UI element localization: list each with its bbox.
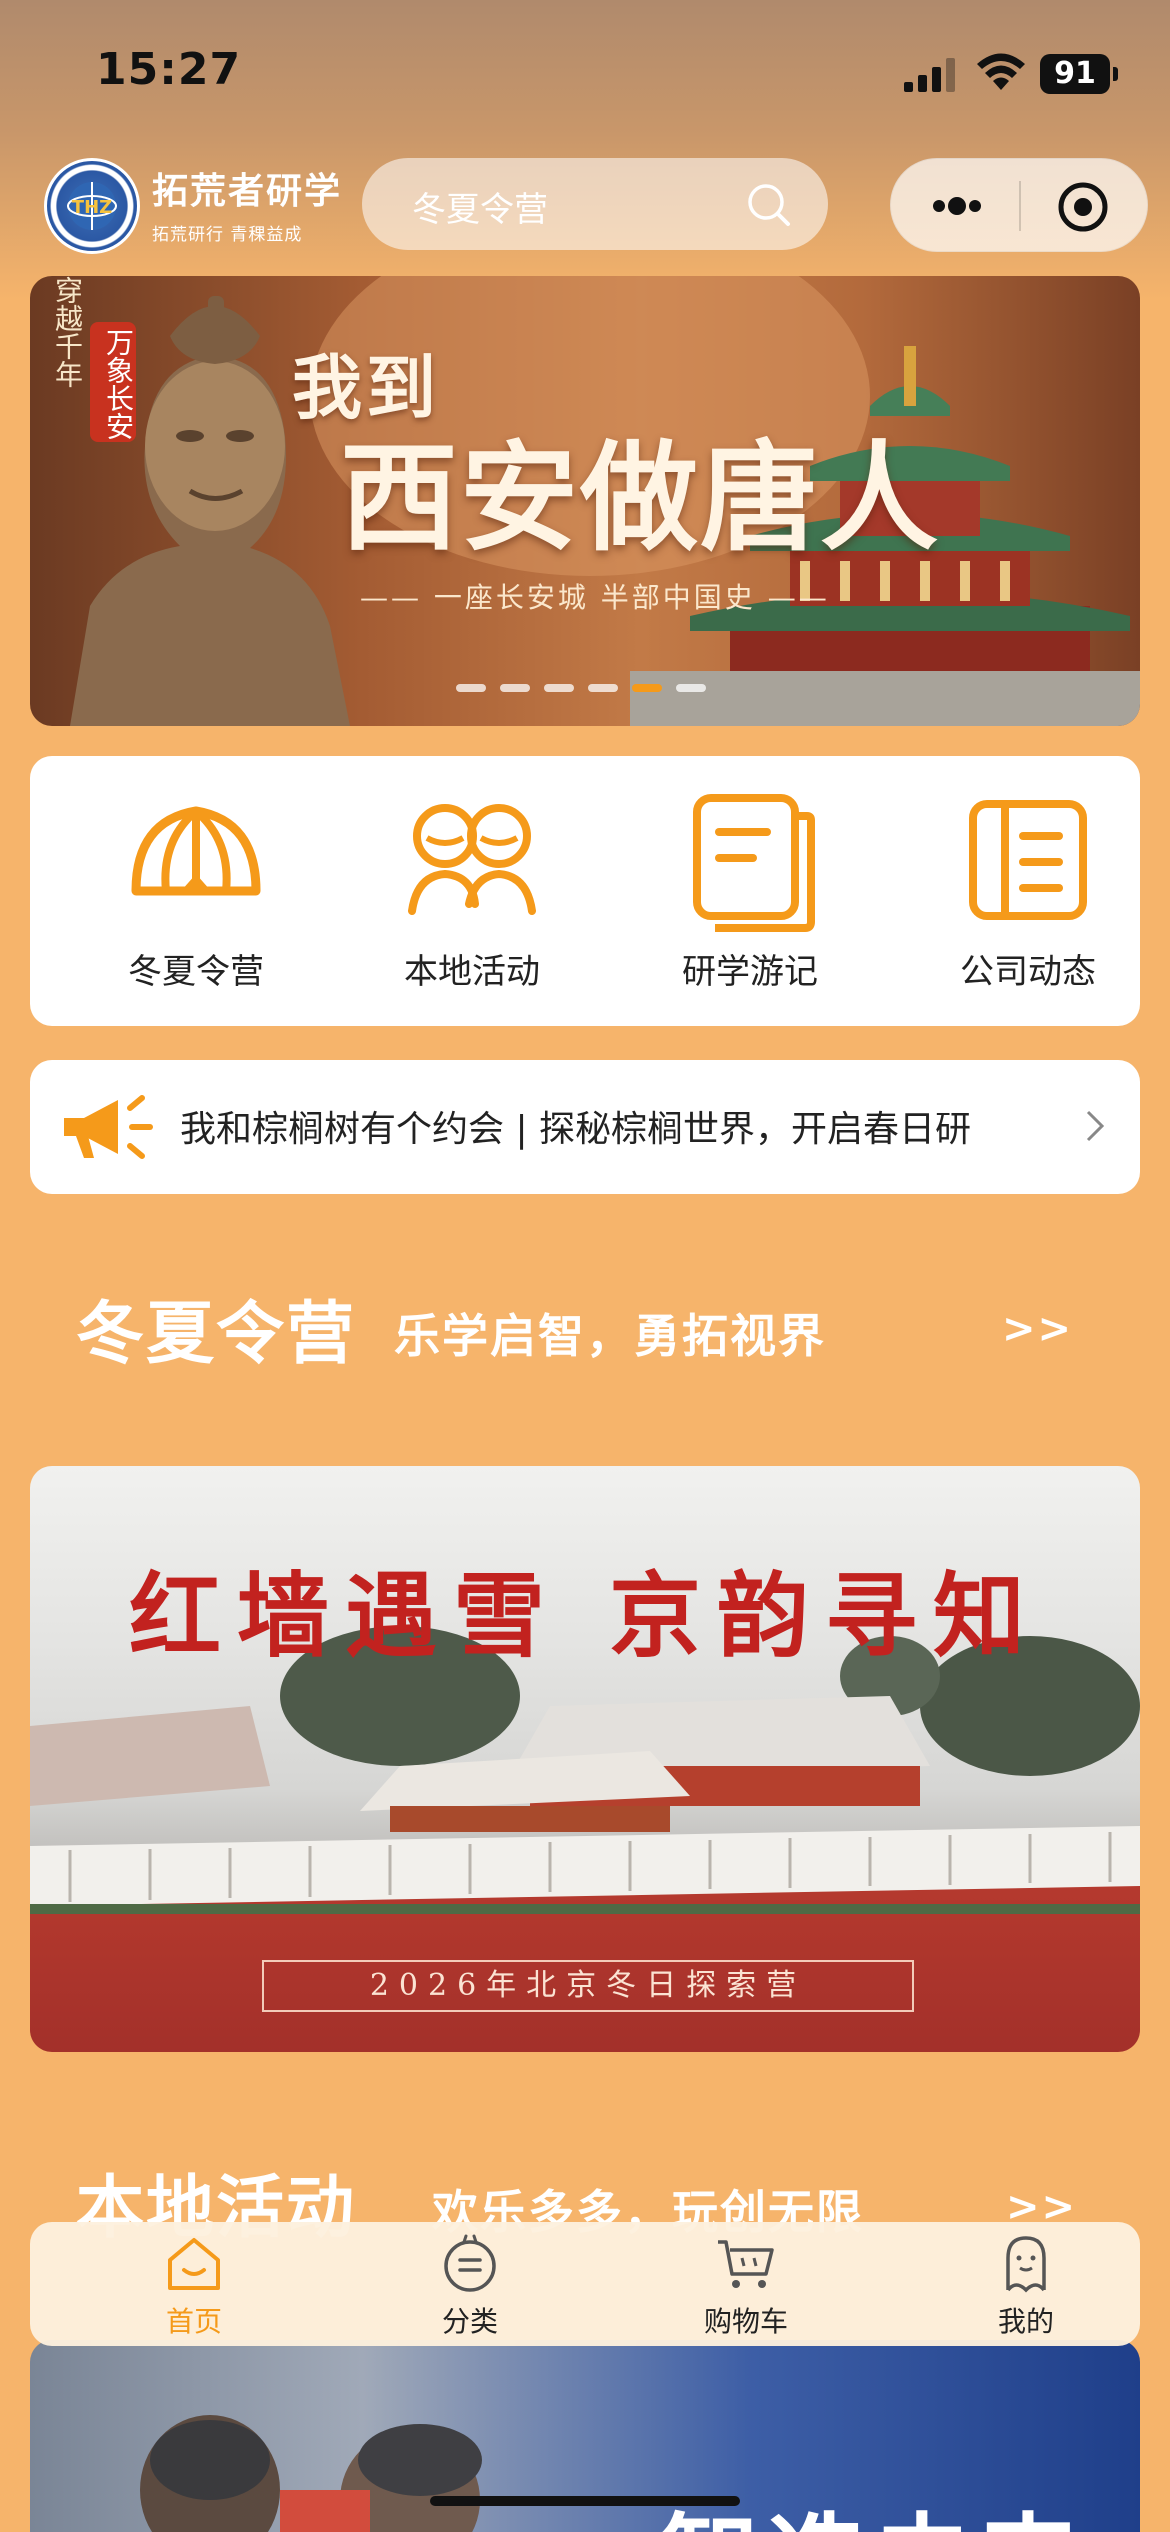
- announcement-text: 我和棕榈树有个约会 | 探秘棕榈世界，开启春日研: [180, 1109, 972, 1150]
- tab-label-home: 首页: [165, 2305, 222, 2338]
- people-icon: [408, 804, 536, 915]
- cart-icon: [718, 2240, 774, 2288]
- hero-vertical-text: 穿越千年: [51, 276, 84, 388]
- tab-label-cart: 购物车: [703, 2305, 788, 2338]
- brand-logo[interactable]: THZ: [44, 158, 140, 254]
- tab-profile[interactable]: 我的: [916, 2232, 1136, 2342]
- close-miniprogram-icon[interactable]: [1057, 181, 1109, 233]
- nav-label-camp: 冬夏令营: [128, 952, 264, 992]
- status-bar: 15:27 91: [0, 0, 1170, 150]
- megaphone-icon: [64, 1095, 153, 1159]
- camp-banner[interactable]: 红墙遇雪 京韵寻知 2026年北京冬日探索营: [30, 1466, 1140, 2052]
- tab-cart[interactable]: 购物车: [636, 2232, 856, 2342]
- tent-icon: [131, 806, 261, 896]
- tab-label-profile: 我的: [997, 2305, 1054, 2338]
- tab-category[interactable]: 分类: [360, 2232, 580, 2342]
- miniprogram-capsule: [890, 158, 1148, 252]
- battery-indicator: 91: [1040, 54, 1118, 94]
- carousel-dot[interactable]: [456, 684, 486, 692]
- nav-label-local: 本地活动: [404, 952, 540, 992]
- category-icon: [444, 2234, 496, 2292]
- search-bar[interactable]: 冬夏令营: [362, 158, 828, 250]
- home-icon: [168, 2238, 220, 2290]
- carousel-dot[interactable]: [544, 684, 574, 692]
- nav-camp[interactable]: 冬夏令营: [86, 786, 306, 1006]
- camp-banner-title: 红墙遇雪 京韵寻知: [128, 1562, 1042, 1670]
- chevron-right-icon: [1086, 1110, 1105, 1142]
- nav-company-news[interactable]: 公司动态: [918, 786, 1138, 1006]
- tab-home[interactable]: 首页: [84, 2232, 304, 2342]
- notes-icon: [693, 794, 815, 932]
- more-icon[interactable]: [927, 189, 987, 223]
- section-subtitle-camp: 乐学启智，勇拓视界: [394, 1309, 826, 1363]
- carousel-indicators: [456, 684, 706, 692]
- section-title-camp: 冬夏令营: [76, 1295, 357, 1374]
- carousel-dot[interactable]: [632, 684, 662, 692]
- camp-banner-caption: 2026年北京冬日探索营: [262, 1960, 914, 2012]
- nav-label-notes: 研学游记: [682, 952, 818, 992]
- carousel-dot[interactable]: [676, 684, 706, 692]
- carousel-dot[interactable]: [588, 684, 618, 692]
- tab-label-category: 分类: [441, 2305, 498, 2338]
- profile-icon: [1006, 2236, 1046, 2293]
- announcement-bar[interactable]: 我和棕榈树有个约会 | 探秘棕榈世界，开启春日研: [30, 1060, 1140, 1194]
- nav-label-news: 公司动态: [960, 952, 1096, 992]
- document-icon: [969, 800, 1087, 920]
- wifi-icon: [977, 53, 1025, 90]
- home-indicator: [430, 2496, 740, 2506]
- bottom-tab-bar: 首页 分类 购物车 我的: [30, 2222, 1140, 2346]
- quick-nav-card: 冬夏令营 本地活动 研学游记 公司动态: [30, 756, 1140, 1026]
- section-more-camp[interactable]: >>: [1002, 1306, 1073, 1352]
- search-icon: [748, 184, 790, 226]
- local-banner-text: 智造未来: [660, 2480, 1084, 2532]
- cellular-signal-icon: [904, 58, 955, 92]
- hero-subtitle: —— 一座长安城 半部中国史 ——: [360, 581, 830, 614]
- capsule-divider: [1019, 181, 1021, 231]
- hero-title-line2: 西安做唐人: [340, 428, 941, 567]
- nav-travel-notes[interactable]: 研学游记: [640, 786, 860, 1006]
- hero-carousel[interactable]: 穿越千年 万象长安 我到 西安做唐人 —— 一座长安城 半部中国史 ——: [30, 276, 1140, 726]
- search-placeholder: 冬夏令营: [412, 190, 548, 230]
- globe-icon: THZ: [67, 182, 117, 230]
- brand-name: 拓荒者研学: [152, 170, 343, 212]
- brand-slogan: 拓荒研行 青稞益成: [152, 225, 303, 245]
- hero-seal: 万象长安: [90, 322, 136, 442]
- nav-local-activity[interactable]: 本地活动: [362, 786, 582, 1006]
- svg-text:THZ: THZ: [72, 197, 112, 218]
- status-time: 15:27: [96, 44, 242, 95]
- carousel-dot[interactable]: [500, 684, 530, 692]
